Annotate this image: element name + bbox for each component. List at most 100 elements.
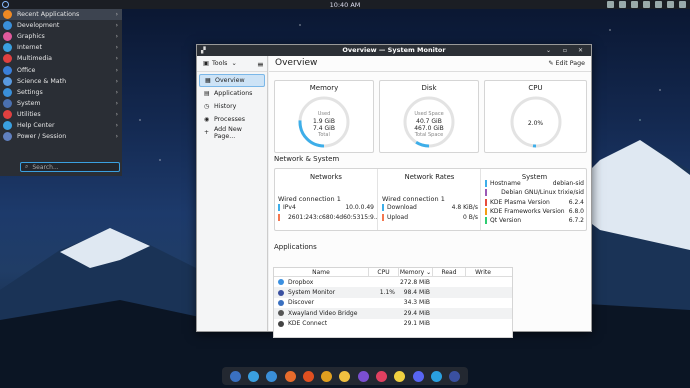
files-icon[interactable] [229, 370, 241, 382]
sidebar-item-applications[interactable]: ▤ Applications [199, 87, 265, 100]
tray-item-icon[interactable] [679, 1, 686, 8]
cpu-value: 2.0% [527, 120, 544, 127]
telegram-icon[interactable] [430, 370, 442, 382]
taskbar-dock [222, 367, 468, 385]
menu-item-office[interactable]: Office › [0, 64, 122, 75]
pencil-icon: ✎ [548, 60, 554, 67]
tray-item-icon[interactable] [667, 1, 674, 8]
download-row: Download 4.8 KiB/s [382, 204, 478, 211]
processes-icon: ◉ [204, 115, 210, 123]
tray-item-icon[interactable] [655, 1, 662, 8]
menu-item-help-center[interactable]: Help Center › [0, 120, 122, 131]
table-row[interactable]: System Monitor 1.1% 98.4 MiB [274, 287, 512, 298]
discord-icon[interactable] [412, 370, 424, 382]
tray-item-icon[interactable] [607, 1, 614, 8]
search-placeholder: Search... [32, 163, 59, 171]
app-icon [278, 320, 284, 327]
table-row[interactable]: Xwayland Video Bridge 29.4 MiB [274, 308, 512, 319]
search-icon: ⌕ [25, 163, 29, 170]
menu-item-settings[interactable]: Settings › [0, 87, 122, 98]
system-tray [607, 1, 686, 8]
tools-menu-button[interactable]: ▣ Tools ⌄ ≡ [197, 56, 267, 72]
edit-page-button[interactable]: ✎ Edit Page [548, 60, 585, 67]
minimize-icon[interactable]: ⌄ [546, 45, 551, 56]
ipv4-row: IPv4 10.0.0.49 [278, 204, 374, 211]
column-header-cpu[interactable]: CPU [369, 268, 399, 276]
sidebar-item-processes[interactable]: ◉ Processes [199, 113, 265, 126]
tray-item-icon[interactable] [631, 1, 638, 8]
sidebar-item-history[interactable]: ◷ History [199, 100, 265, 113]
tray-item-icon[interactable] [643, 1, 650, 8]
cpu-title: CPU [528, 84, 543, 92]
ipv6-value: 2601:243:c680:4d60:5315:9... [287, 214, 377, 221]
discover-icon[interactable] [247, 370, 259, 382]
upload-label: Upload [387, 214, 409, 221]
terminal-icon[interactable] [357, 370, 369, 382]
column-header-memory[interactable]: Memory ⌄ [399, 268, 433, 276]
close-icon[interactable]: ✕ [578, 45, 583, 56]
app-name: Dropbox [288, 278, 314, 286]
table-row[interactable]: Discover 34.3 MiB [274, 298, 512, 308]
system-info-key: KDE Plasma Version [490, 198, 550, 206]
category-icon [3, 98, 12, 108]
column-header-name[interactable]: Name [274, 268, 369, 276]
table-row[interactable]: KDE Connect 29.1 MiB [274, 319, 512, 329]
menu-item-graphics[interactable]: Graphics › [0, 31, 122, 42]
chevron-right-icon: › [115, 133, 118, 141]
chrome-icon[interactable] [321, 370, 333, 382]
menu-item-science-math[interactable]: Science & Math › [0, 76, 122, 87]
top-panel: 10:40 AM [0, 0, 690, 9]
app-memory: 29.1 MiB [403, 320, 430, 328]
browser-icon[interactable] [284, 370, 296, 382]
applications-icon: ▤ [204, 89, 210, 97]
menu-item-multimedia[interactable]: Multimedia › [0, 53, 122, 64]
application-menu: Recent Applications › Development › Graphics… [0, 9, 122, 176]
menu-item-power-session[interactable]: Power / Session › [0, 131, 122, 142]
chevron-right-icon: › [115, 99, 118, 107]
page-header: Overview ✎ Edit Page [269, 56, 591, 72]
table-header: Name CPU Memory ⌄ Read Write [274, 268, 512, 277]
system-info-key: Hostname [490, 180, 521, 187]
chat-icon[interactable] [376, 370, 388, 382]
category-icon [3, 76, 12, 86]
ipv4-value: 10.0.0.49 [345, 204, 374, 211]
system-monitor-window: Overview — System Monitor ▞ ⌄ ▫ ✕ ▣ Tool… [196, 44, 592, 338]
upload-value: 0 B/s [463, 214, 478, 221]
download-value: 4.8 KiB/s [451, 204, 478, 211]
settings-icon[interactable] [266, 370, 278, 382]
chevron-right-icon: › [115, 77, 118, 85]
menu-item-internet[interactable]: Internet › [0, 42, 122, 53]
system-info-key: Qt Version [490, 217, 522, 225]
menu-item-utilities[interactable]: Utilities › [0, 109, 122, 120]
chevron-right-icon: › [115, 121, 118, 129]
menu-item-label: Multimedia [17, 55, 53, 63]
sidebar-item-add-new-page[interactable]: + Add New Page... [199, 126, 265, 140]
window-titlebar[interactable]: Overview — System Monitor ▞ ⌄ ▫ ✕ [197, 45, 591, 56]
memory-total-value: 7.4 GiB [313, 125, 335, 132]
chevron-right-icon: › [115, 88, 118, 96]
menu-item-recent-applications[interactable]: Recent Applications › [0, 9, 122, 21]
menu-item-development[interactable]: Development › [0, 20, 122, 31]
column-header-write[interactable]: Write [466, 268, 500, 276]
table-row[interactable]: Dropbox 272.8 MiB [274, 277, 512, 287]
disk-readout: Used Space 40.7 GiB 467.0 GiB Total Spac… [380, 111, 478, 139]
menu-search-input[interactable]: ⌕ Search... [20, 162, 120, 172]
upload-row: Upload 0 B/s [382, 214, 478, 221]
sidebar-item-overview[interactable]: ▦ Overview [199, 74, 265, 87]
tray-item-icon[interactable] [619, 1, 626, 8]
clock[interactable]: 10:40 AM [0, 1, 690, 9]
notes-icon[interactable] [394, 370, 406, 382]
app-icon [278, 289, 284, 296]
email-icon[interactable] [339, 370, 351, 382]
app-icon [278, 299, 284, 306]
system-info-row: KDE Plasma Version 6.2.4 [485, 198, 584, 206]
column-header-read[interactable]: Read [433, 268, 466, 276]
hamburger-menu-icon[interactable]: ≡ [257, 60, 264, 69]
menu-item-system[interactable]: System › [0, 98, 122, 109]
monitor-icon[interactable] [449, 370, 461, 382]
system-info-row: Qt Version 6.7.2 [485, 217, 584, 225]
maximize-icon[interactable]: ▫ [563, 45, 567, 56]
disk-total-value: 467.0 GiB [414, 125, 444, 132]
firefox-icon[interactable] [302, 370, 314, 382]
chevron-down-icon: ⌄ [231, 60, 237, 67]
